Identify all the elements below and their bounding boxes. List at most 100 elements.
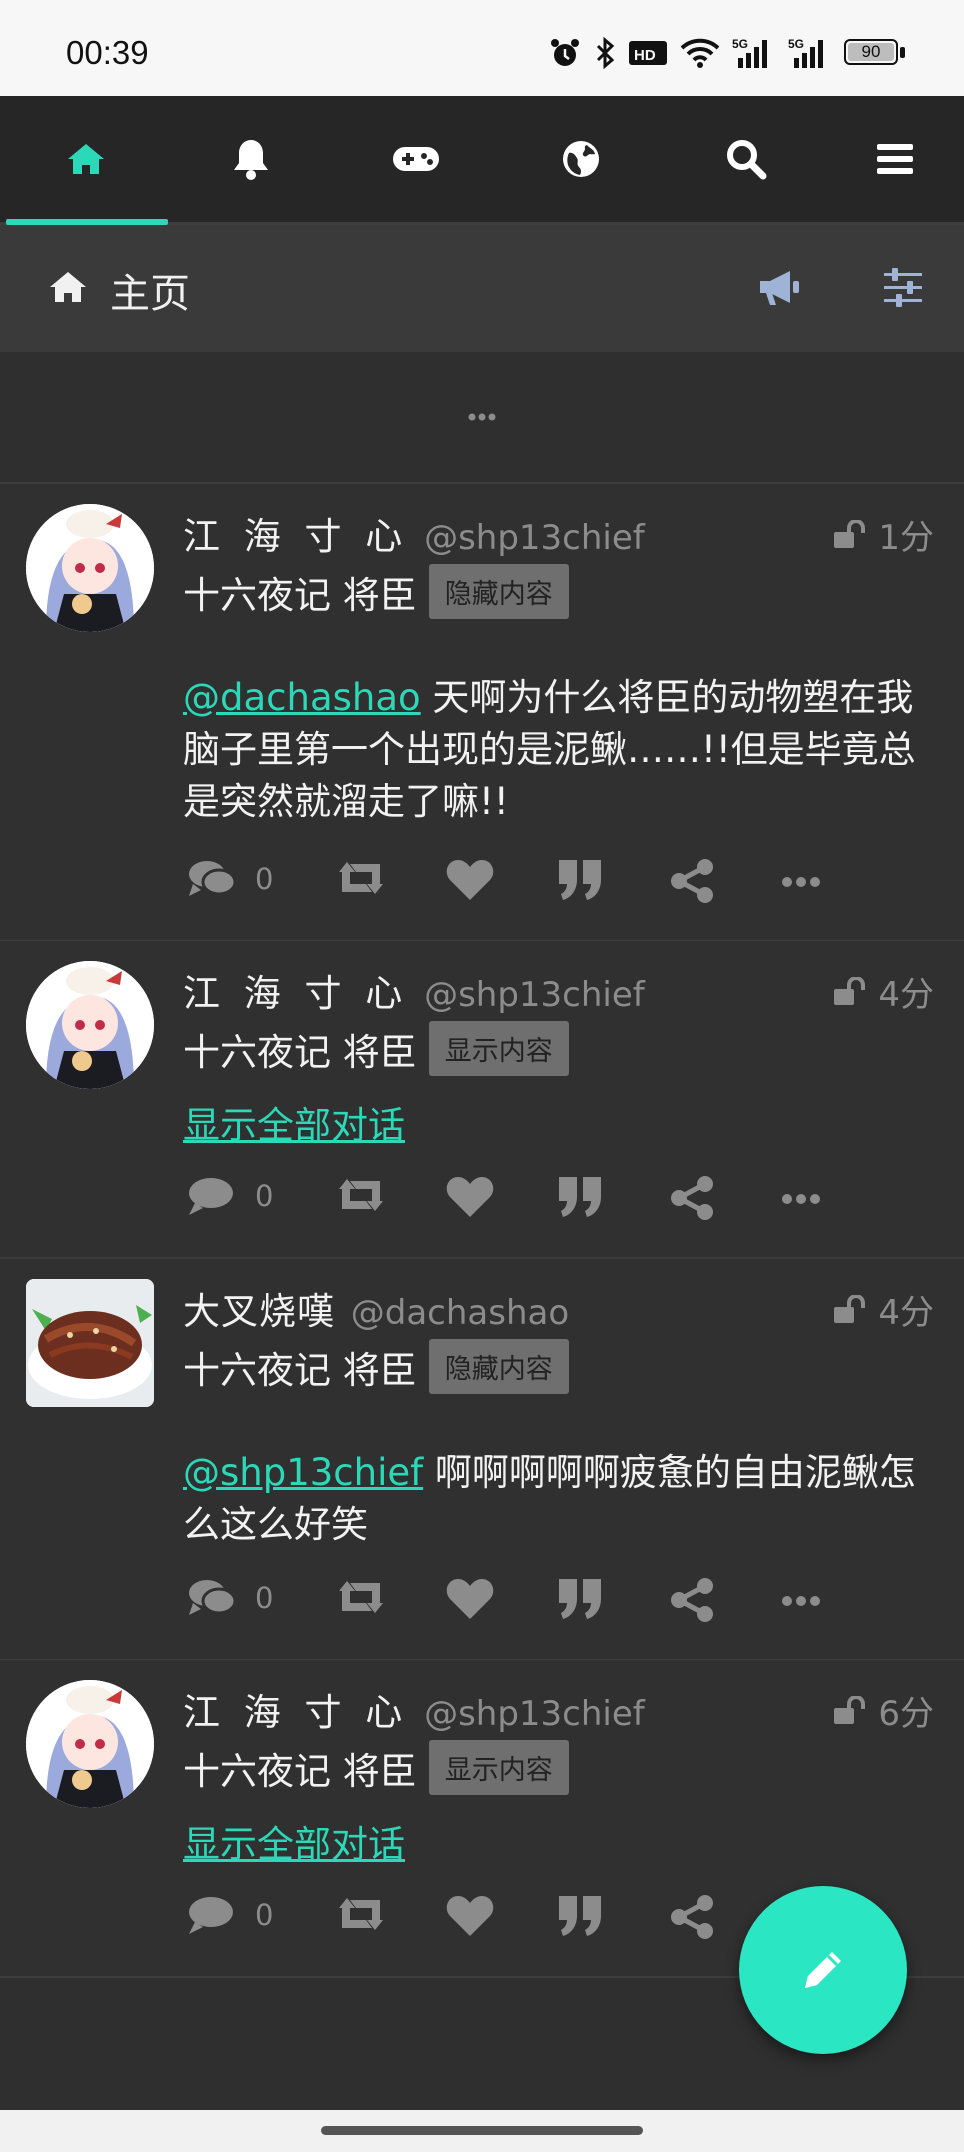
favourite-button[interactable] [445, 858, 495, 902]
share-button[interactable] [669, 1175, 715, 1221]
status-time: 1分 [878, 518, 934, 558]
more-button[interactable] [781, 1595, 821, 1607]
toggle-content-button[interactable]: 隐藏内容 [428, 1339, 569, 1394]
column-header: 主页 [0, 225, 964, 352]
reply-button[interactable]: 0 [187, 1894, 273, 1936]
mention-link[interactable]: @shp13chief [183, 1451, 423, 1494]
quote-icon [559, 1177, 601, 1217]
tab-home[interactable] [3, 96, 168, 225]
show-thread-link[interactable]: 显示全部对话 [183, 1814, 405, 1868]
column-settings-button[interactable] [882, 267, 924, 311]
favourite-button[interactable] [445, 1894, 495, 1938]
tab-search[interactable] [663, 96, 828, 222]
status-meta[interactable]: 4分 [832, 1285, 934, 1334]
avatar[interactable] [26, 1279, 154, 1407]
content-warning-text: 十六夜记 将臣 [183, 1030, 417, 1074]
tab-menu[interactable] [812, 96, 964, 222]
more-icon [782, 1194, 820, 1204]
content-warning: 十六夜记 将臣 显示内容 [183, 1021, 569, 1076]
status-time: 6分 [878, 1694, 934, 1734]
show-thread-link[interactable]: 显示全部对话 [183, 1095, 405, 1149]
share-button[interactable] [669, 858, 715, 904]
tab-notifications[interactable] [168, 96, 333, 222]
content-warning: 十六夜记 将臣 隐藏内容 [183, 564, 569, 619]
quote-button[interactable] [557, 858, 603, 902]
avatar[interactable] [26, 504, 154, 632]
tab-explore[interactable] [498, 96, 663, 222]
share-icon [671, 1578, 713, 1622]
home-icon [67, 144, 104, 174]
status-time: 00:39 [66, 34, 149, 71]
unlock-icon [834, 519, 866, 548]
mention-link[interactable]: @dachashao [183, 676, 421, 719]
toggle-content-button[interactable]: 显示内容 [428, 1740, 569, 1795]
home-indicator[interactable] [321, 2126, 643, 2135]
reply-icon [189, 1580, 237, 1615]
system-status-bar: 00:39 HD 5G 5G 90 [0, 0, 964, 96]
boost-button[interactable] [333, 1894, 389, 1934]
status-author[interactable]: 江 海 寸 心 @shp13chief [183, 506, 645, 560]
globe-icon [562, 141, 599, 177]
compose-button[interactable] [739, 1886, 907, 2054]
boost-button[interactable] [333, 1577, 389, 1617]
share-icon [671, 1895, 713, 1939]
reply-count: 0 [255, 862, 274, 896]
favourite-button[interactable] [445, 1577, 495, 1621]
quote-icon [559, 1896, 601, 1936]
more-button[interactable] [781, 876, 821, 888]
boost-icon [339, 1898, 383, 1930]
toggle-content-button[interactable]: 隐藏内容 [428, 564, 569, 619]
avatar[interactable] [26, 1680, 154, 1808]
account-handle: @dachashao [350, 1293, 570, 1333]
toggle-content-button[interactable]: 显示内容 [428, 1021, 569, 1076]
boost-button[interactable] [333, 1175, 389, 1215]
status-meta[interactable]: 6分 [832, 1686, 934, 1735]
bluetooth-icon [596, 36, 615, 70]
announcements-button[interactable] [756, 267, 802, 311]
status-meta[interactable]: 1分 [832, 510, 934, 559]
share-button[interactable] [669, 1894, 715, 1940]
status-icons: HD 5G 5G 90 [548, 36, 906, 70]
load-more-button[interactable] [0, 352, 964, 484]
content-warning-text: 十六夜记 将臣 [183, 573, 417, 617]
tab-games[interactable] [333, 96, 498, 222]
favourite-icon [446, 1177, 494, 1217]
reply-button[interactable]: 0 [187, 1175, 273, 1217]
status-meta[interactable]: 4分 [832, 967, 934, 1016]
content-warning: 十六夜记 将臣 隐藏内容 [183, 1339, 569, 1394]
bell-icon [233, 140, 268, 180]
avatar[interactable] [26, 961, 154, 1089]
favourite-button[interactable] [445, 1175, 495, 1219]
more-icon [782, 1596, 820, 1606]
display-name: 大叉烧嘆 [183, 1290, 335, 1333]
status-time: 4分 [878, 1293, 934, 1333]
content-warning-text: 十六夜记 将臣 [183, 1749, 417, 1793]
account-handle: @shp13chief [424, 1694, 645, 1734]
favourite-icon [446, 860, 494, 900]
status-actions: 0 [183, 858, 863, 918]
reply-button[interactable]: 0 [187, 858, 273, 900]
status-author[interactable]: 江 海 寸 心 @shp13chief [183, 963, 645, 1017]
boost-icon [339, 1179, 383, 1211]
quote-button[interactable] [557, 1894, 603, 1938]
gesture-bar [0, 2110, 964, 2152]
more-button[interactable] [781, 1193, 821, 1205]
reply-button[interactable]: 0 [187, 1577, 273, 1619]
status-actions: 0 [183, 1175, 863, 1235]
quote-button[interactable] [557, 1577, 603, 1621]
status-author[interactable]: 大叉烧嘆 @dachashao [183, 1281, 569, 1335]
boost-button[interactable] [333, 858, 389, 898]
reply-count: 0 [255, 1179, 274, 1213]
status-time: 4分 [878, 975, 934, 1015]
status-item[interactable]: 江 海 寸 心 @shp13chief 4分 十六夜记 将臣 显示内容 显示全部… [0, 941, 964, 1259]
favourite-icon [446, 1579, 494, 1619]
status-author[interactable]: 江 海 寸 心 @shp13chief [183, 1682, 645, 1736]
quote-button[interactable] [557, 1175, 603, 1219]
status-item[interactable]: 江 海 寸 心 @shp13chief 1分 十六夜记 将臣 隐藏内容 @dac… [0, 484, 964, 942]
search-icon [726, 140, 766, 180]
boost-icon [339, 1581, 383, 1613]
unlock-icon [834, 976, 866, 1005]
share-button[interactable] [669, 1577, 715, 1623]
sliders-icon [884, 268, 922, 307]
status-item[interactable]: 大叉烧嘆 @dachashao 4分 十六夜记 将臣 隐藏内容 @shp13ch… [0, 1259, 964, 1661]
